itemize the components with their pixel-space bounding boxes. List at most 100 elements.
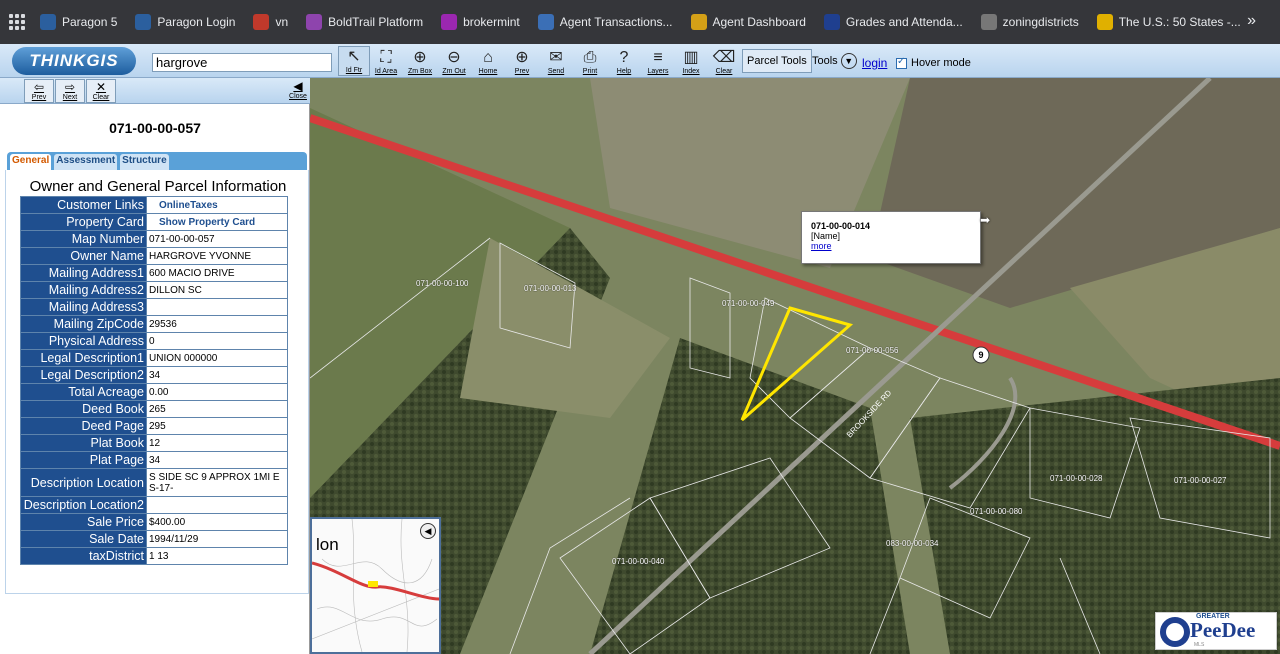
thinkgis-logo: THINKGIS (12, 47, 136, 75)
arrow-right-icon[interactable]: ➡ (980, 213, 990, 227)
route-marker: 9 (978, 350, 983, 360)
field-label: Legal Description1 (20, 349, 147, 367)
close-icon: ✕ (95, 80, 107, 94)
parcel-label: 071-00-00-080 (970, 507, 1023, 516)
toolbar-button-label: Zm Out (442, 68, 466, 75)
field-label: Plat Book (20, 434, 147, 452)
field-value: 34 (146, 366, 288, 384)
bookmark-label: The U.S.: 50 States -... (1118, 15, 1241, 29)
print-button[interactable]: ⎙ Print (574, 46, 606, 76)
bookmarks-bar: Paragon 5 Paragon Login vn BoldTrail Platfo… (0, 0, 1280, 44)
vn-icon (253, 14, 270, 30)
field-value: 34 (146, 451, 288, 469)
clear-button[interactable]: ✕ Clear (86, 79, 116, 103)
bookmark-item[interactable]: Paragon Login (135, 14, 235, 30)
close-panel-button[interactable]: ◀ Close (283, 79, 313, 103)
field-value: 12 (146, 434, 288, 452)
bookmark-label: Grades and Attenda... (845, 15, 963, 29)
parcel-tools-button[interactable]: Parcel Tools (742, 49, 812, 73)
bookmark-item[interactable]: Agent Dashboard (690, 14, 806, 30)
id-ftr-button[interactable]: ↖ Id Ftr (338, 46, 370, 76)
prev-label: Prev (31, 94, 47, 101)
bookmark-label: vn (275, 15, 289, 29)
field-link[interactable]: OnlineTaxes (146, 196, 288, 214)
overview-town-label: lon (316, 535, 339, 554)
tab-structure[interactable]: Structure (120, 154, 169, 170)
parcel-info-panel: 071-00-00-057 General Assessment Structu… (0, 104, 310, 654)
bookmark-item[interactable]: The U.S.: 50 States -... (1096, 14, 1241, 30)
clear-label: Clear (92, 94, 110, 101)
field-label: Total Acreage (20, 383, 147, 401)
table-row: Description Location2 (20, 496, 288, 514)
bookmark-item[interactable]: Paragon 5 (40, 14, 117, 30)
panel-toolbar: ⇦ Prev ⇨ Next ✕ Clear ◀ Close (0, 78, 310, 104)
arrow-right-icon: ⇨ (64, 80, 76, 94)
tab-general[interactable]: General (10, 154, 52, 170)
parcel-label: 071-00-00-027 (1174, 476, 1227, 485)
parcel-label: 071-00-00-056 (846, 346, 899, 355)
zm-box-button[interactable]: ⊕ Zm Box (404, 46, 436, 76)
parcel-label: 083-00-00-034 (886, 539, 939, 548)
map-view[interactable]: 9 BROOKSIDE RD 071-00-00-100 071-00-00-0… (310, 78, 1280, 654)
field-label: Physical Address (20, 332, 147, 350)
popup-more-link[interactable]: more (811, 241, 971, 251)
field-value: 0 (146, 332, 288, 350)
field-label: Mailing Address3 (20, 298, 147, 316)
bookmark-label: Paragon Login (157, 15, 236, 29)
overview-map[interactable]: lon ◀ (310, 517, 441, 654)
bookmark-item[interactable]: vn (253, 14, 288, 30)
general-tab-content: Owner and General Parcel Information Cus… (5, 170, 309, 594)
field-label: Customer Links (20, 196, 147, 214)
bookmark-item[interactable]: BoldTrail Platform (306, 14, 423, 30)
bookmark-item[interactable]: brokermint (441, 14, 520, 30)
table-row: Mailing Address1 600 MACIO DRIVE (20, 264, 288, 282)
zm-out-icon: ⊖ (447, 49, 461, 66)
hover-mode-checkbox[interactable] (896, 56, 907, 69)
bookmark-label: Paragon 5 (62, 15, 118, 29)
bookmark-item[interactable]: zoningdistricts (980, 14, 1079, 30)
bookmark-label: brokermint (463, 15, 520, 29)
table-row: Mailing Address2 DILLON SC (20, 281, 288, 299)
help-button[interactable]: ? Help (608, 46, 640, 76)
tab-assessment[interactable]: Assessment (54, 154, 118, 170)
apps-grid-icon[interactable] (8, 13, 26, 31)
layers-button[interactable]: ≡ Layers (642, 46, 674, 76)
layers-icon: ≡ (653, 49, 663, 66)
index-button[interactable]: ▥ Index (675, 46, 707, 76)
prev-button[interactable]: ⊕ Prev (506, 46, 538, 76)
zm-out-button[interactable]: ⊖ Zm Out (438, 46, 470, 76)
field-value: S SIDE SC 9 APPROX 1MI E S-17- (146, 468, 288, 497)
aerial-imagery: 9 BROOKSIDE RD (310, 78, 1280, 654)
parcel-label: 071-00-00-049 (722, 299, 775, 308)
toolbar-button-label: Zm Box (407, 68, 433, 75)
login-link[interactable]: login (862, 56, 887, 70)
next-button[interactable]: ⇨ Next (55, 79, 85, 103)
more-bookmarks-icon[interactable]: » (1247, 12, 1256, 30)
field-label: Map Number (20, 230, 147, 248)
table-row: Plat Book 12 (20, 434, 288, 452)
id-area-button[interactable]: ⛶ Id Area (370, 46, 402, 76)
field-link[interactable]: Show Property Card (146, 213, 288, 231)
table-row: Mailing Address3 (20, 298, 288, 316)
field-label: Sale Price (20, 513, 147, 531)
tools-menu-button[interactable]: Tools ▼ (808, 49, 861, 73)
home-button[interactable]: ⌂ Home (472, 46, 504, 76)
table-row: Sale Date 1994/11/29 (20, 530, 288, 548)
table-row: taxDistrict 1 13 (20, 547, 288, 565)
field-label: Legal Description2 (20, 366, 147, 384)
toolbar-button-label: Id Ftr (345, 67, 363, 74)
hover-mode-toggle[interactable]: Hover mode (896, 56, 971, 69)
toolbar-button-label: Prev (514, 68, 530, 75)
prev-button[interactable]: ⇦ Prev (24, 79, 54, 103)
field-value (146, 298, 288, 316)
bookmark-item[interactable]: Agent Transactions... (537, 14, 673, 30)
send-icon: ✉ (549, 49, 563, 66)
close-overview-icon[interactable]: ◀ (420, 523, 436, 539)
close-label: Close (289, 93, 307, 100)
parcel-popup: 071-00-00-014 [Name] more ➡ (801, 211, 990, 264)
boldtrail-icon (306, 14, 323, 30)
search-input[interactable] (152, 53, 332, 72)
bookmark-item[interactable]: Grades and Attenda... (823, 14, 963, 30)
clear-button[interactable]: ⌫ Clear (708, 46, 740, 76)
send-button[interactable]: ✉ Send (540, 46, 572, 76)
